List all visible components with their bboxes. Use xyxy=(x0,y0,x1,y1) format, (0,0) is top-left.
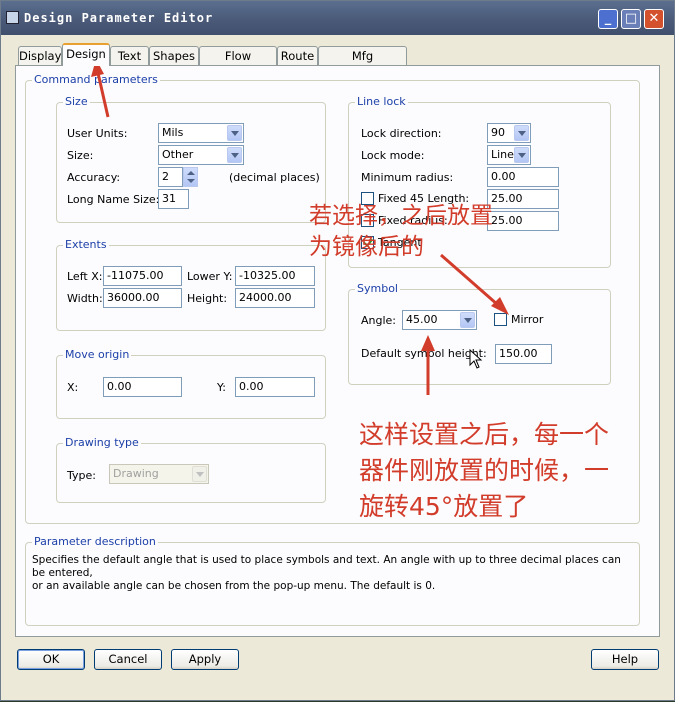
height-label: Height: xyxy=(187,292,228,305)
parameter-description-title: Parameter description xyxy=(32,535,158,548)
angle-annotation-line-2: 器件刚放置的时候，一 xyxy=(359,456,610,485)
angle-value: 45.00 xyxy=(406,313,438,326)
lock-mode-select[interactable]: Line xyxy=(487,145,531,165)
lock-mode-value: Line xyxy=(491,148,514,161)
ok-button[interactable]: OK xyxy=(17,649,85,670)
command-parameters-title: Command parameters xyxy=(32,73,160,86)
mirror-label: Mirror xyxy=(511,313,544,326)
width-input[interactable]: 36000.00 xyxy=(103,288,182,308)
angle-select[interactable]: 45.00 xyxy=(402,310,477,330)
parameter-description-text: Specifies the default angle that is used… xyxy=(32,554,632,593)
min-radius-label: Minimum radius: xyxy=(361,171,454,184)
help-button[interactable]: Help xyxy=(591,649,659,670)
tab-design[interactable]: Design xyxy=(62,43,110,66)
left-x-input[interactable]: -11075.00 xyxy=(103,266,182,286)
chevron-down-icon[interactable] xyxy=(514,125,529,141)
user-units-select[interactable]: Mils xyxy=(158,123,244,143)
drawing-type-title: Drawing type xyxy=(63,436,141,449)
lower-y-input[interactable]: -10325.00 xyxy=(235,266,315,286)
symbol-title: Symbol xyxy=(355,282,400,295)
origin-x-input[interactable]: 0.00 xyxy=(103,377,182,397)
cancel-button[interactable]: Cancel xyxy=(94,649,162,670)
app-icon xyxy=(6,11,19,24)
left-x-label: Left X: xyxy=(67,270,103,283)
apply-button[interactable]: Apply xyxy=(171,649,239,670)
drawing-type-select: Drawing xyxy=(109,464,209,484)
accuracy-spinner[interactable] xyxy=(183,167,198,187)
angle-annotation: 这样设置之后，每一个 器件刚放置的时候，一 旋转45°放置了 xyxy=(359,417,609,525)
chevron-down-icon[interactable] xyxy=(460,312,475,328)
lock-direction-label: Lock direction: xyxy=(361,127,442,140)
width-label: Width: xyxy=(67,292,103,305)
accuracy-unit-label: (decimal places) xyxy=(229,171,320,184)
mirror-annotation-line-2: 为镜像后的 xyxy=(309,234,424,260)
size-select[interactable]: Other xyxy=(158,145,244,165)
maximize-button[interactable]: □ xyxy=(621,9,641,29)
lock-mode-label: Lock mode: xyxy=(361,149,425,162)
lock-direction-value: 90 xyxy=(491,126,505,139)
spin-up-icon[interactable] xyxy=(187,171,195,175)
fixed45-input[interactable]: 25.00 xyxy=(487,189,559,209)
extents-title: Extents xyxy=(63,238,109,251)
size-value: Other xyxy=(162,148,194,161)
angle-label: Angle: xyxy=(361,314,397,327)
tab-mfg-applications[interactable]: Mfg Applications xyxy=(318,46,407,81)
spin-down-icon[interactable] xyxy=(187,179,195,183)
angle-annotation-line-3: 旋转45°放置了 xyxy=(359,492,529,521)
origin-y-input[interactable]: 0.00 xyxy=(235,377,315,397)
tab-display[interactable]: Display xyxy=(18,46,62,65)
origin-y-label: Y: xyxy=(217,381,226,394)
description-line-1: Specifies the default angle that is used… xyxy=(32,554,621,579)
long-name-size-label: Long Name Size: xyxy=(67,193,160,206)
move-origin-title: Move origin xyxy=(63,348,132,361)
user-units-label: User Units: xyxy=(67,127,128,140)
origin-x-label: X: xyxy=(67,381,79,394)
mirror-checkbox[interactable] xyxy=(494,313,507,326)
angle-annotation-line-1: 这样设置之后，每一个 xyxy=(359,420,610,449)
tab-flow-planning[interactable]: Flow Planning xyxy=(199,46,277,81)
design-parameter-editor-window: Design Parameter Editor _ □ ✕ Display De… xyxy=(0,0,675,701)
window-title: Design Parameter Editor xyxy=(24,11,214,25)
tab-text[interactable]: Text xyxy=(110,46,149,65)
chevron-down-icon[interactable] xyxy=(514,147,529,163)
title-bar[interactable]: Design Parameter Editor _ □ ✕ xyxy=(1,1,674,35)
tab-route[interactable]: Route xyxy=(277,46,318,65)
min-radius-input[interactable]: 0.00 xyxy=(487,167,559,187)
long-name-size-input[interactable]: 31 xyxy=(158,189,189,209)
user-units-value: Mils xyxy=(162,126,184,139)
accuracy-input[interactable]: 2 xyxy=(158,167,183,187)
size-title: Size xyxy=(63,95,90,108)
mouse-cursor-icon xyxy=(469,349,483,369)
minimize-button[interactable]: _ xyxy=(598,9,618,29)
size-label: Size: xyxy=(67,149,94,162)
tab-shapes[interactable]: Shapes xyxy=(149,46,199,65)
drawing-type-value: Drawing xyxy=(113,467,159,480)
line-lock-title: Line lock xyxy=(355,95,408,108)
drawing-type-label: Type: xyxy=(67,469,96,482)
default-symbol-height-label: Default symbol height: xyxy=(361,347,487,360)
height-input[interactable]: 24000.00 xyxy=(235,288,315,308)
fixed-radius-input[interactable]: 25.00 xyxy=(487,211,559,231)
chevron-down-icon xyxy=(192,466,207,482)
description-line-2: or an available angle can be chosen from… xyxy=(32,580,436,592)
symbol-group: Symbol xyxy=(348,282,611,385)
chevron-down-icon[interactable] xyxy=(227,125,242,141)
mirror-annotation: 若选择，之后放置 为镜像后的 xyxy=(309,201,493,263)
close-button[interactable]: ✕ xyxy=(644,9,664,29)
mirror-annotation-line-1: 若选择，之后放置 xyxy=(309,203,493,229)
chevron-down-icon[interactable] xyxy=(227,147,242,163)
default-symbol-height-input[interactable]: 150.00 xyxy=(495,344,552,364)
lower-y-label: Lower Y: xyxy=(187,270,233,283)
accuracy-label: Accuracy: xyxy=(67,171,121,184)
lock-direction-select[interactable]: 90 xyxy=(487,123,531,143)
